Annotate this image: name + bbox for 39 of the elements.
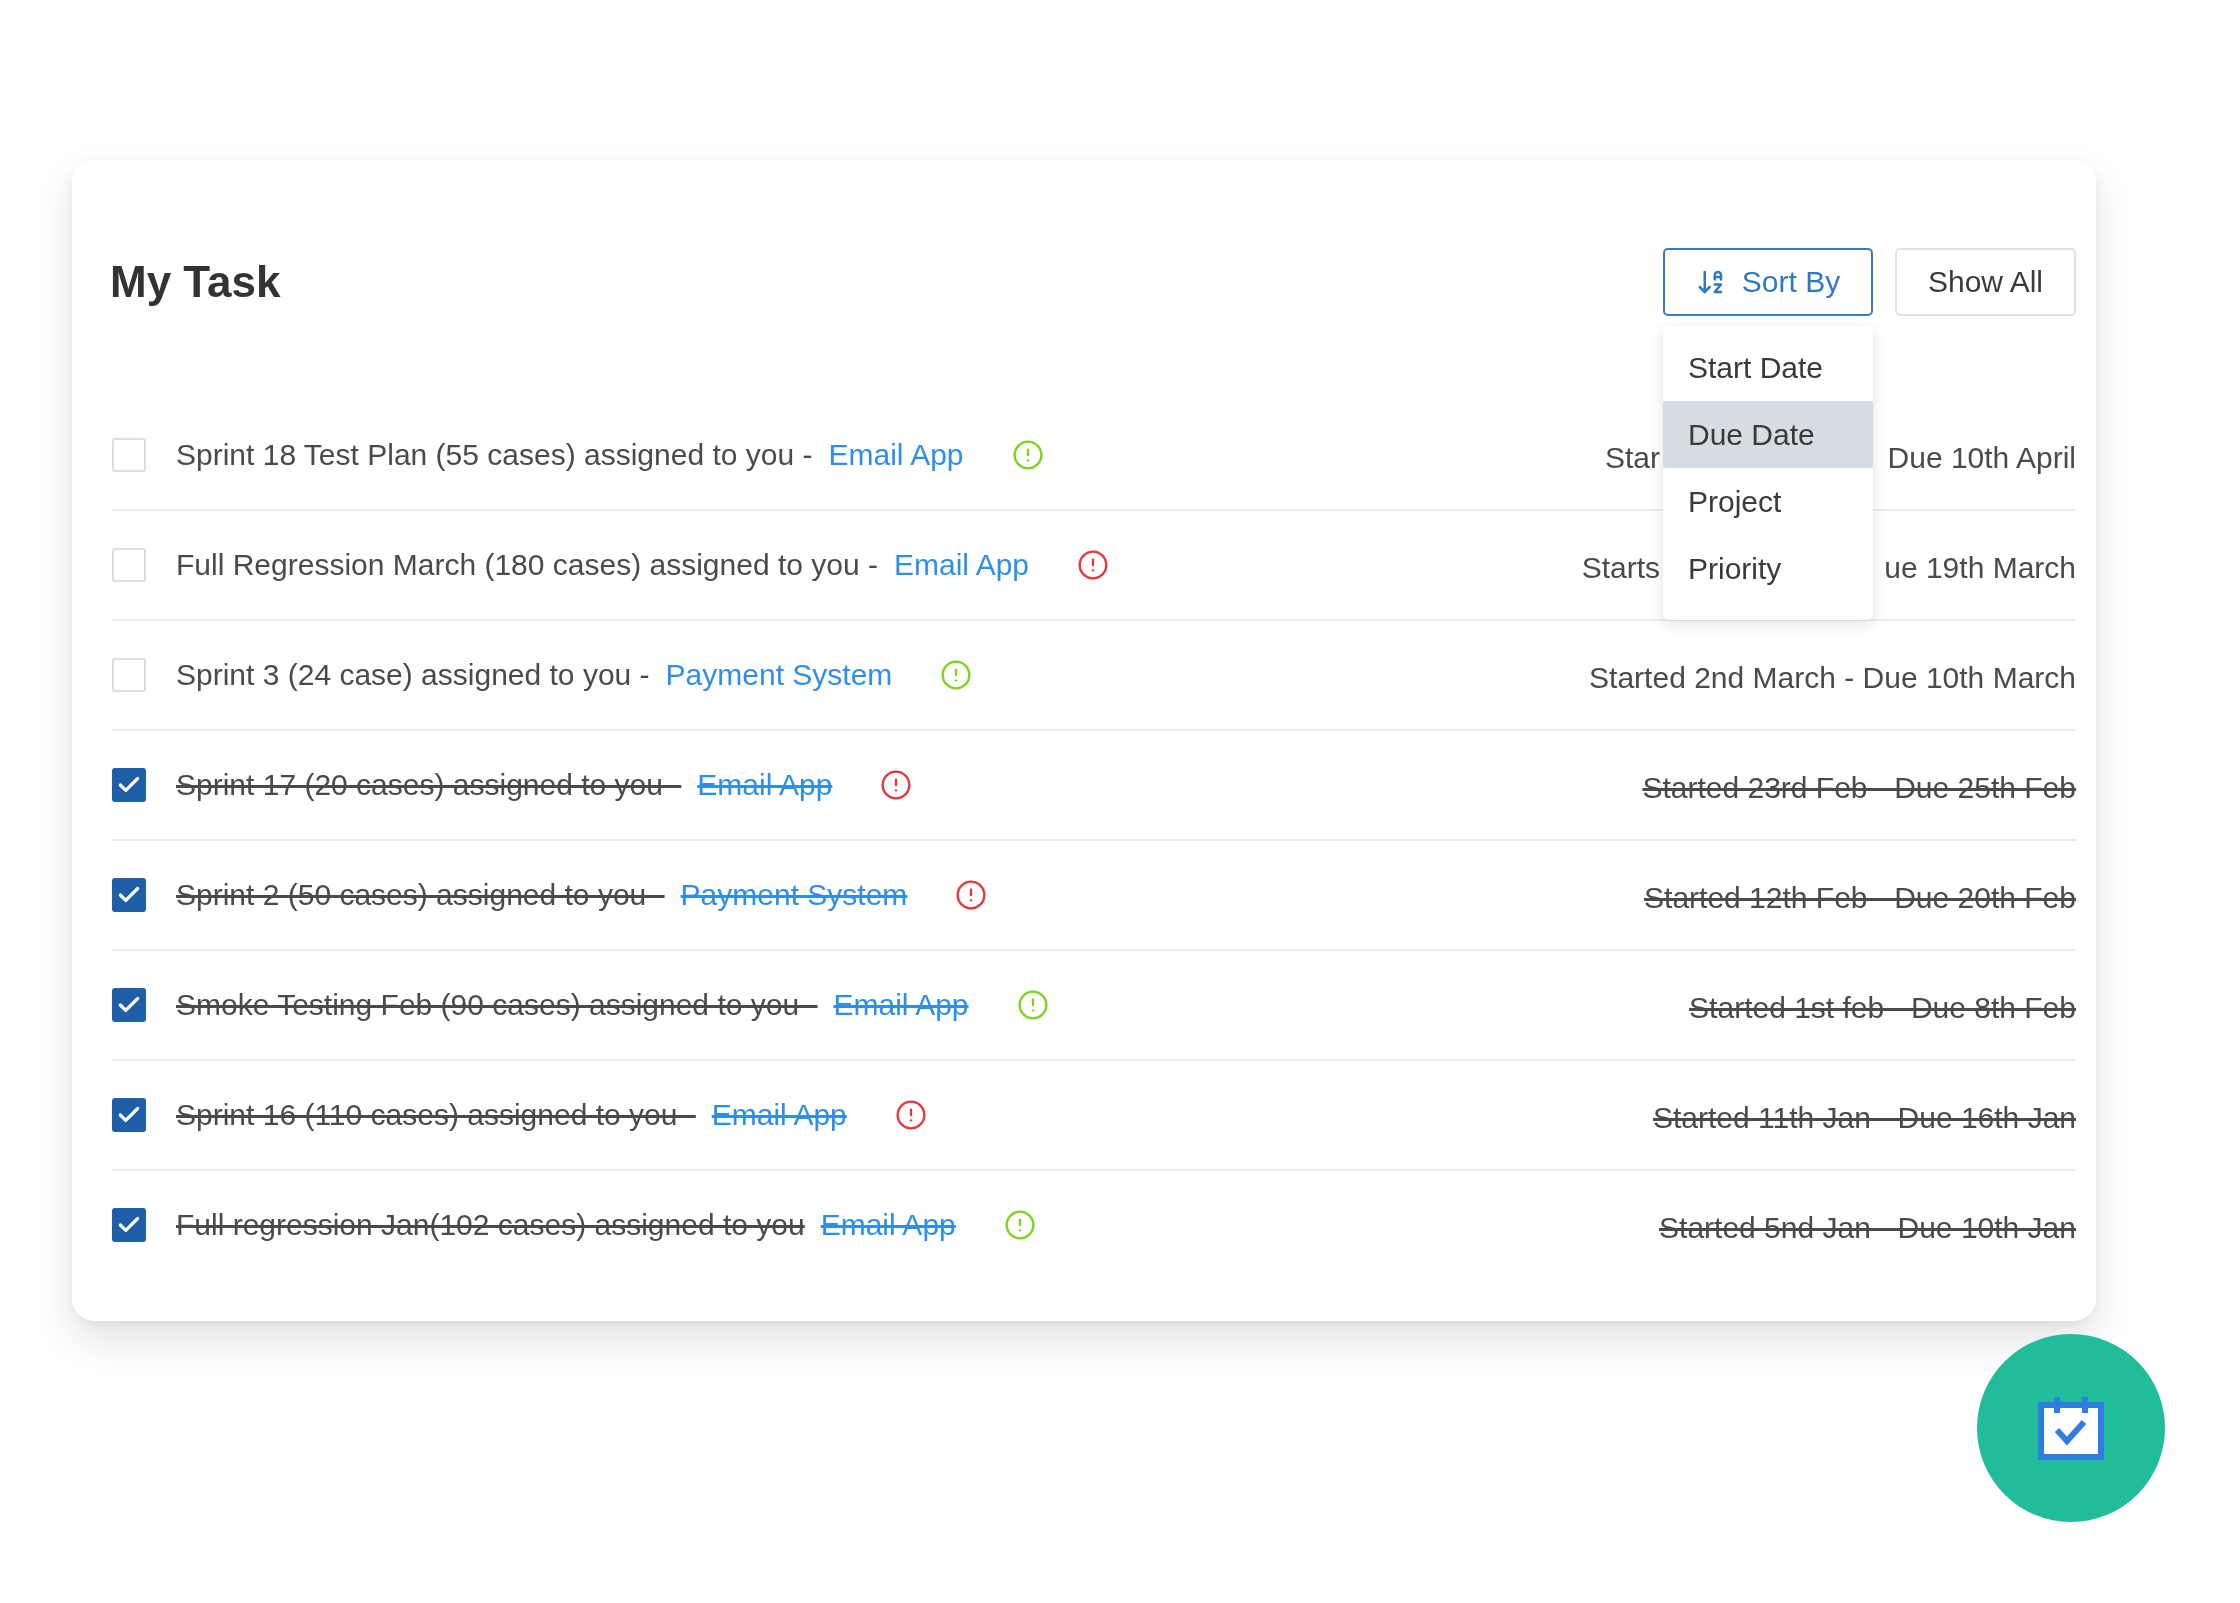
task-title: Sprint 18 Test Plan (55 cases) assigned to you - xyxy=(176,438,813,472)
show-all-button[interactable]: Show All xyxy=(1895,248,2076,316)
task-dates: Started 2nd March - Due 10th March xyxy=(1589,661,2076,695)
task-dates: Started 23rd Feb - Due 25th Feb xyxy=(1642,771,2076,805)
task-title: Sprint 3 (24 case) assigned to you - xyxy=(176,658,650,692)
task-dates: Star xyxy=(1604,441,1660,475)
task-title: Full Regression March (180 cases) assigned to you - xyxy=(176,548,878,582)
checkbox[interactable] xyxy=(112,1208,146,1242)
task-title: Sprint 16 (110 cases) assigned to you - xyxy=(176,1098,696,1132)
checkbox[interactable] xyxy=(112,878,146,912)
project-link[interactable]: Email App xyxy=(820,1208,956,1242)
task-dates: ue 19th March xyxy=(1884,551,2076,585)
menu-item[interactable]: Project xyxy=(1663,468,1873,535)
menu-item[interactable]: Priority xyxy=(1663,535,1873,602)
checkbox[interactable] xyxy=(112,988,146,1022)
project-link[interactable]: Email App xyxy=(711,1098,847,1132)
task-title: Smoke Testing Feb (90 cases) assigned to you - xyxy=(176,988,818,1022)
task-dates: Starts xyxy=(1581,551,1660,585)
project-link[interactable]: Email App xyxy=(828,438,964,472)
task-dates: Started 5nd Jan - Due 10th Jan xyxy=(1659,1211,2076,1245)
menu-item[interactable]: Due Date xyxy=(1663,401,1873,468)
calendar-check-icon xyxy=(2037,1395,2105,1461)
project-link[interactable]: Payment System xyxy=(680,878,908,912)
menu-item[interactable]: Start Date xyxy=(1663,334,1873,401)
project-link[interactable]: Email App xyxy=(697,768,833,802)
project-link[interactable]: Payment System xyxy=(665,658,893,692)
project-link[interactable]: Email App xyxy=(894,548,1030,582)
task-title: Sprint 17 (20 cases) assigned to you - xyxy=(176,768,682,802)
card-title: My Task xyxy=(110,257,282,307)
task-title: Full regression Jan(102 cases) assigned to you xyxy=(176,1208,805,1242)
sort-button[interactable]: Sort By xyxy=(1663,248,1873,316)
checkbox[interactable] xyxy=(112,1098,146,1132)
task-title: Sprint 2 (50 cases) assigned to you - xyxy=(176,878,665,912)
task-dates: Started 12th Feb - Due 20th Feb xyxy=(1644,881,2076,915)
task-dates: Started 11th Jan - Due 16th Jan xyxy=(1652,1101,2076,1135)
project-link[interactable]: Email App xyxy=(833,988,969,1022)
checkbox[interactable] xyxy=(112,768,146,802)
task-dates: Started 1st feb - Due 8th Feb xyxy=(1689,991,2076,1025)
task-dates: Due 10th April xyxy=(1887,441,2076,475)
